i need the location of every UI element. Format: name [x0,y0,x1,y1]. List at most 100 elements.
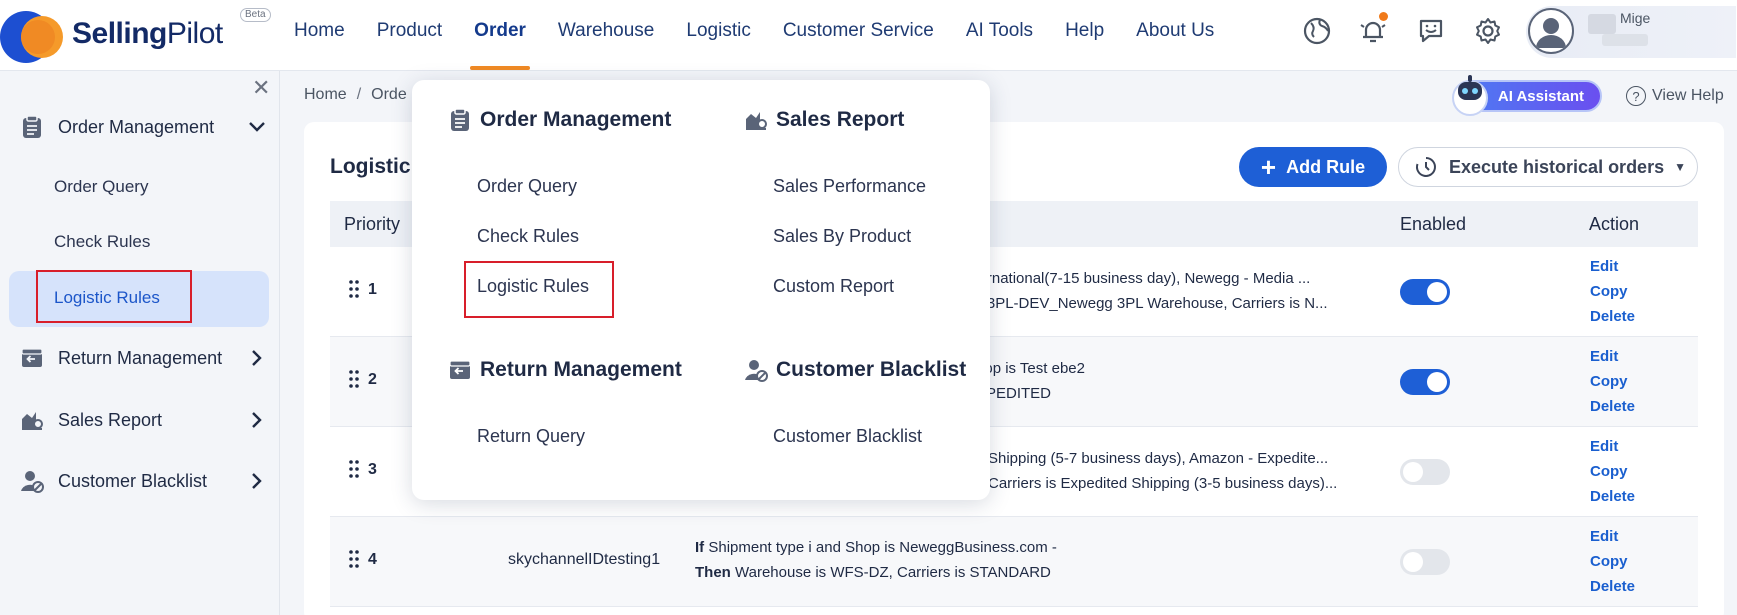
execute-label: Execute historical orders [1449,156,1665,177]
copy-link[interactable]: Copy [1590,552,1635,572]
delete-link[interactable]: Delete [1590,487,1635,507]
logo-text: SellingPilot [72,17,223,50]
copy-link[interactable]: Copy [1590,462,1635,482]
copy-link[interactable]: Copy [1590,372,1635,392]
menu-item-sales-performance[interactable]: Sales Performance [773,176,926,197]
robot-icon [1452,75,1488,116]
highlight-box [36,270,192,323]
delete-link[interactable]: Delete [1590,307,1635,327]
redacted-block [1602,34,1648,46]
sidebar-group-sales-report[interactable]: Sales Report [20,400,274,440]
menu-heading-sales-report: Sales Report [744,108,904,132]
highlight-box [464,261,614,318]
condition-line: Shipping (5-7 business days), Amazon - E… [988,450,1329,467]
sidebar-group-label: Return Management [58,347,223,368]
drag-handle-icon[interactable] [348,549,360,569]
breadcrumb-separator: / [356,86,362,103]
return-box-icon [20,346,44,370]
menu-heading-order-management: Order Management [448,108,671,132]
clipboard-icon [448,108,472,132]
drag-handle-icon[interactable] [348,369,360,389]
row-actions: Edit Copy Delete [1590,347,1635,417]
column-enabled: Enabled [1400,214,1467,234]
menu-item-custom-report[interactable]: Custom Report [773,276,894,297]
menu-item-check-rules[interactable]: Check Rules [477,226,579,247]
row-actions: Edit Copy Delete [1590,257,1635,327]
chevron-right-icon [246,347,268,369]
drag-handle-icon[interactable] [348,279,360,299]
sellingpilot-logo[interactable]: SellingPilot Beta [0,4,280,64]
edit-link[interactable]: Edit [1590,257,1635,277]
chevron-right-icon [246,470,268,492]
nav-product[interactable]: Product [361,0,458,70]
drag-handle-icon[interactable] [348,459,360,479]
edit-link[interactable]: Edit [1590,347,1635,367]
breadcrumb-home[interactable]: Home [304,86,347,103]
top-header: SellingPilot Beta Home Product Order War… [0,0,1737,71]
menu-item-order-query[interactable]: Order Query [477,176,577,197]
sidebar-item-check-rules[interactable]: Check Rules [54,232,150,252]
redacted-block [1588,14,1616,34]
user-block-icon [20,469,44,493]
breadcrumb: Home / Orde [304,86,407,104]
return-box-icon [448,358,472,382]
nav-home[interactable]: Home [278,0,361,70]
delete-link[interactable]: Delete [1590,577,1635,597]
menu-heading-customer-blacklist: Customer Blacklist [744,358,966,382]
settings-gear-icon[interactable] [1471,14,1505,48]
add-rule-button[interactable]: + Add Rule [1239,147,1387,187]
sidebar-group-label: Order Management [58,116,215,137]
enabled-toggle[interactable] [1400,549,1450,575]
menu-item-return-query[interactable]: Return Query [477,426,585,447]
enabled-toggle[interactable] [1400,369,1450,395]
priority-value: 1 [368,281,377,298]
rule-name: skychannelIDtesting1 [508,551,661,568]
table-row: 4 skychannelIDtesting1 If Shipment type … [330,517,1698,607]
toggle-knob [1403,552,1423,572]
column-action: Action [1589,214,1640,234]
nav-logistic[interactable]: Logistic [670,0,766,70]
ai-assistant-label: AI Assistant [1497,87,1584,105]
sidebar-group-order-management[interactable]: Order Management [20,107,274,147]
nav-order[interactable]: Order [458,0,542,70]
globe-icon[interactable] [1300,14,1334,48]
nav-about-us[interactable]: About Us [1120,0,1230,70]
execute-historical-orders-button[interactable]: Execute historical orders ▼ [1398,147,1698,187]
sidebar-group-return-management[interactable]: Return Management [20,338,274,378]
row-actions: Edit Copy Delete [1590,527,1635,597]
nav-warehouse[interactable]: Warehouse [542,0,670,70]
enabled-toggle[interactable] [1400,279,1450,305]
menu-item-sales-by-product[interactable]: Sales By Product [773,226,911,247]
clipboard-icon [20,115,44,139]
notification-bell-icon[interactable] [1356,12,1390,48]
sidebar-item-order-query[interactable]: Order Query [54,177,148,197]
result-line: gg 3PL-DEV_Newegg 3PL Warehouse, Carrier… [966,295,1328,312]
toggle-knob [1427,282,1447,302]
result-line: Then Warehouse is WFS-DZ, Carriers is ST… [695,564,1051,581]
copy-link[interactable]: Copy [1590,282,1635,302]
delete-link[interactable]: Delete [1590,397,1635,417]
beta-badge: Beta [240,8,271,22]
breadcrumb-order[interactable]: Orde [371,86,407,103]
sidebar-group-customer-blacklist[interactable]: Customer Blacklist [20,461,274,501]
priority-value: 2 [368,371,377,388]
view-help-link[interactable]: ? View Help [1626,86,1724,106]
enabled-toggle[interactable] [1400,459,1450,485]
edit-link[interactable]: Edit [1590,437,1635,457]
nav-ai-tools[interactable]: AI Tools [950,0,1049,70]
menu-item-customer-blacklist[interactable]: Customer Blacklist [773,426,922,447]
add-rule-label: Add Rule [1286,156,1366,177]
feedback-chat-icon[interactable] [1414,14,1448,48]
main-nav: Home Product Order Warehouse Logistic Cu… [278,0,1230,70]
question-circle-icon: ? [1626,86,1646,106]
logo-mark-icon [0,11,63,63]
user-name: Mige [1620,10,1651,26]
nav-customer-service[interactable]: Customer Service [767,0,950,70]
sidebar-group-label: Sales Report [58,409,163,430]
user-avatar-icon[interactable] [1528,8,1574,54]
notification-dot [1379,12,1388,21]
close-sidebar-icon[interactable]: ✕ [252,75,270,101]
nav-help[interactable]: Help [1049,0,1120,70]
chart-report-icon [744,108,768,132]
edit-link[interactable]: Edit [1590,527,1635,547]
